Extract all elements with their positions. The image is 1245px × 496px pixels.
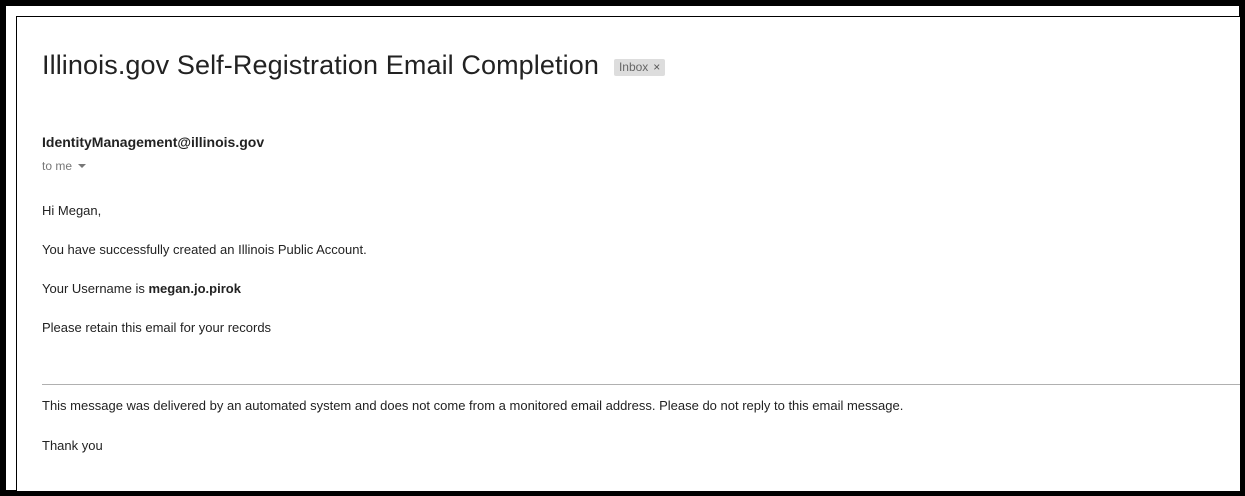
recipient-row: to me — [42, 159, 87, 173]
account-created-line: You have successfully created an Illinoi… — [42, 242, 367, 257]
subject-row: Illinois.gov Self-Registration Email Com… — [42, 50, 666, 81]
email-subject: Illinois.gov Self-Registration Email Com… — [42, 50, 599, 80]
closing-line: Thank you — [42, 438, 103, 453]
automated-notice-line: This message was delivered by an automat… — [42, 398, 904, 413]
outer-frame: Illinois.gov Self-Registration Email Com… — [0, 0, 1245, 496]
username-line: Your Username is megan.jo.pirok — [42, 281, 241, 296]
greeting-line: Hi Megan, — [42, 203, 102, 218]
body-divider — [42, 384, 1240, 385]
sender-address[interactable]: IdentityManagement@illinois.gov — [42, 134, 264, 150]
email-view: Illinois.gov Self-Registration Email Com… — [16, 16, 1241, 492]
retain-line: Please retain this email for your record… — [42, 320, 272, 335]
username-prefix: Your Username is — [42, 281, 149, 296]
recipient-text: to me — [42, 159, 73, 173]
inbox-label-badge[interactable]: Inbox × — [613, 59, 666, 76]
inbox-label-text: Inbox — [618, 60, 649, 74]
username-value: megan.jo.pirok — [148, 281, 241, 296]
chevron-down-icon[interactable] — [78, 164, 87, 168]
remove-label-icon[interactable]: × — [653, 60, 660, 74]
